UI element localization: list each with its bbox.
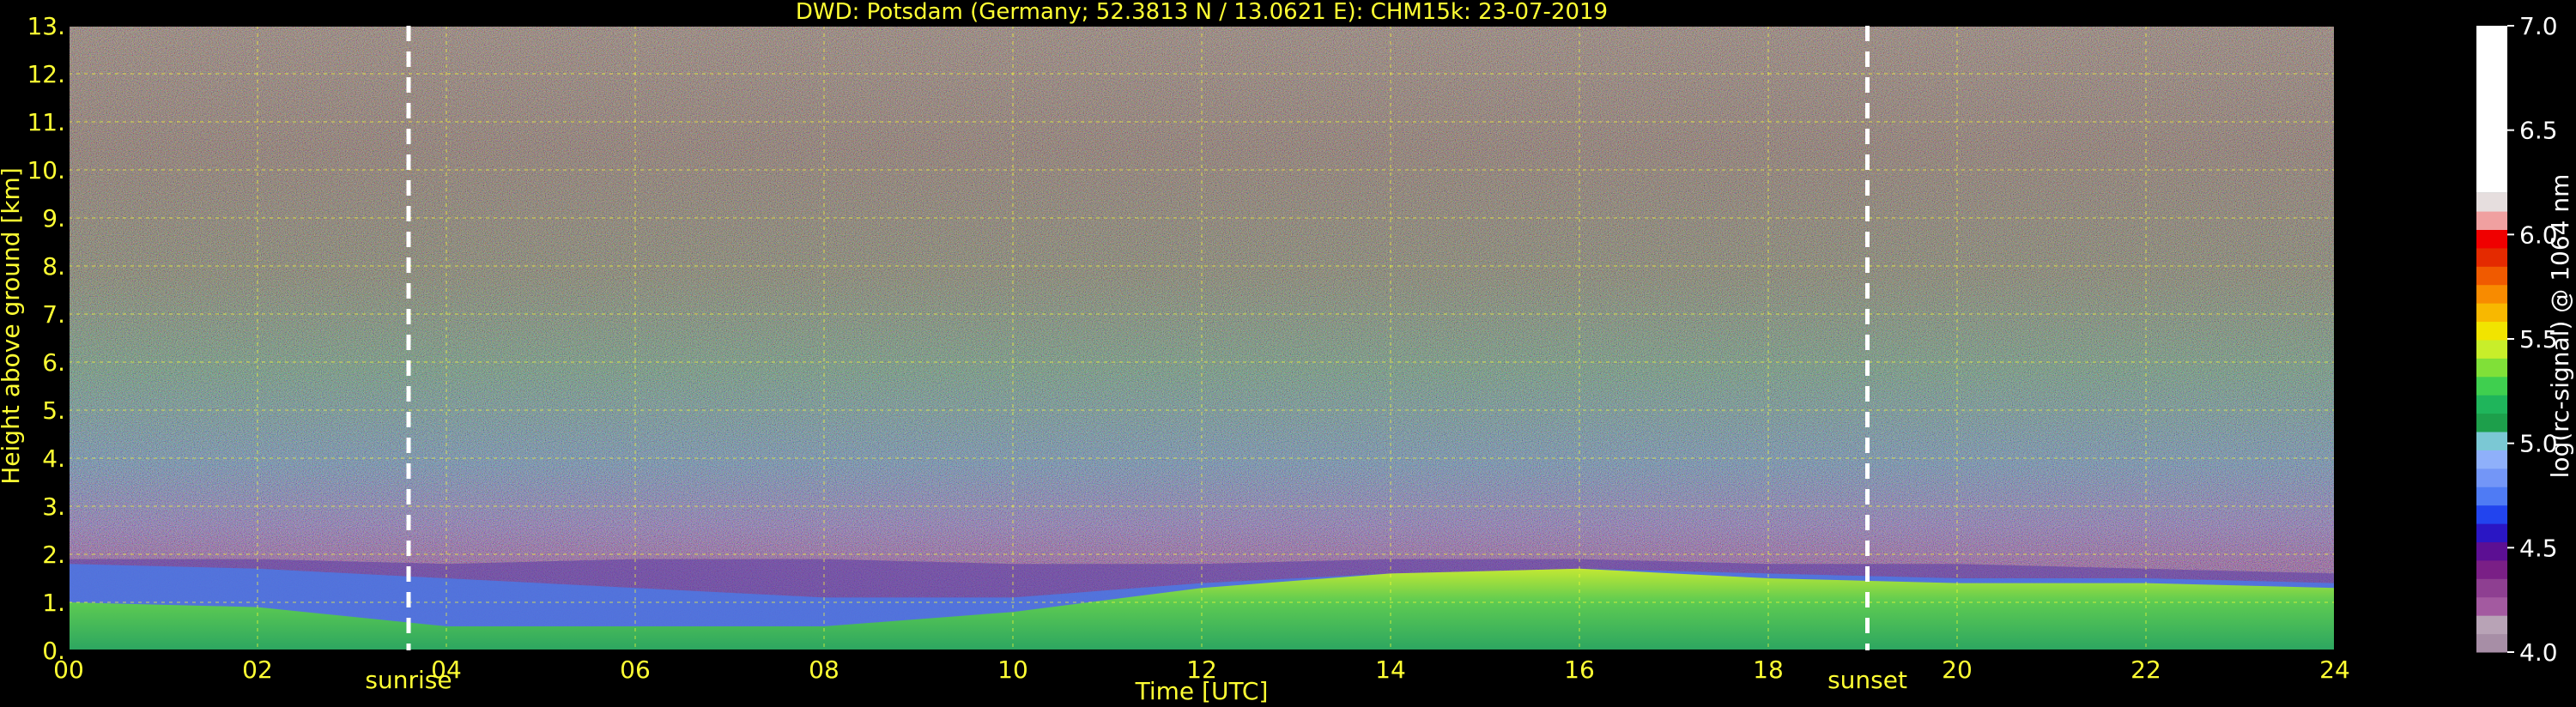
colorbar-tick-label: 4.0: [2519, 638, 2558, 667]
sunset-label: sunset: [1827, 666, 1907, 694]
colorbar-band: [2476, 284, 2507, 304]
colorbar-band: [2476, 413, 2507, 432]
x-tick-label: 14: [1375, 656, 1406, 684]
y-tick-label: 5.: [42, 396, 65, 425]
y-tick-label: 11.: [27, 108, 65, 136]
colorbar-band: [2476, 486, 2507, 506]
chart-title: DWD: Potsdam (Germany; 52.3813 N / 13.06…: [796, 0, 1608, 25]
x-tick-label: 18: [1753, 656, 1784, 684]
colorbar-band: [2476, 505, 2507, 524]
colorbar-label: log(rc-signal) @ 1064 nm: [2546, 174, 2574, 479]
y-tick-label: 10.: [27, 156, 65, 184]
colorbar-band: [2476, 266, 2507, 286]
colorbar-band: [2476, 559, 2507, 579]
y-tick-label: 8.: [42, 252, 65, 281]
x-tick-label: 24: [2319, 656, 2350, 684]
colorbar-band: [2476, 541, 2507, 561]
y-tick-label: 13.: [27, 12, 65, 40]
colorbar-band: [2476, 450, 2507, 469]
colorbar-band: [2476, 468, 2507, 487]
x-tick-label: 08: [809, 656, 839, 684]
x-tick-label: 02: [242, 656, 273, 684]
colorbar-band: [2476, 596, 2507, 616]
x-axis-label: Time [UTC]: [1135, 677, 1269, 705]
y-tick-label: 3.: [42, 492, 65, 521]
colorbar-band: [2476, 633, 2507, 653]
x-tick-label: 16: [1564, 656, 1595, 684]
y-tick-label: 4.: [42, 444, 65, 473]
x-tick-label: 22: [2131, 656, 2161, 684]
y-tick-label: 1.: [42, 589, 65, 617]
colorbar-band: [2476, 395, 2507, 414]
colorbar-band: [2476, 321, 2507, 341]
y-tick-label: 12.: [27, 60, 65, 88]
colorbar-band: [2476, 303, 2507, 323]
colorbar-band: [2476, 229, 2507, 249]
colorbar-band: [2476, 247, 2507, 267]
x-tick-label: 06: [620, 656, 651, 684]
colorbar-band: [2476, 358, 2507, 378]
y-tick-label: 9.: [42, 204, 65, 233]
colorbar-band: [2476, 376, 2507, 396]
y-tick-label: 7.: [42, 300, 65, 329]
colorbar-band: [2476, 578, 2507, 598]
colorbar-band: [2476, 615, 2507, 635]
colorbar-band: [2476, 339, 2507, 359]
sunrise-label: sunrise: [365, 666, 452, 694]
colorbar-band: [2476, 26, 2507, 193]
colorbar-tick-label: 6.5: [2519, 117, 2558, 145]
y-axis-label: Height above ground [km]: [0, 167, 25, 485]
colorbar-tick-label: 4.5: [2519, 534, 2558, 562]
colorbar-band: [2476, 192, 2507, 212]
x-tick-label: 10: [997, 656, 1028, 684]
colorbar-band: [2476, 523, 2507, 543]
colorbar-band: [2476, 432, 2507, 450]
y-tick-label: 6.: [42, 348, 65, 377]
ceilometer-chart: 00 02 04 06 08 10 12 14 16 18 20 22 240.1.2.3.4.5.6.…: [0, 0, 2574, 705]
colorbar-tick-label: 7.0: [2519, 12, 2558, 40]
y-tick-label: 2.: [42, 541, 65, 569]
x-tick-label: 20: [1942, 656, 1973, 684]
y-tick-label: 0.: [42, 637, 65, 665]
colorbar-band: [2476, 211, 2507, 230]
